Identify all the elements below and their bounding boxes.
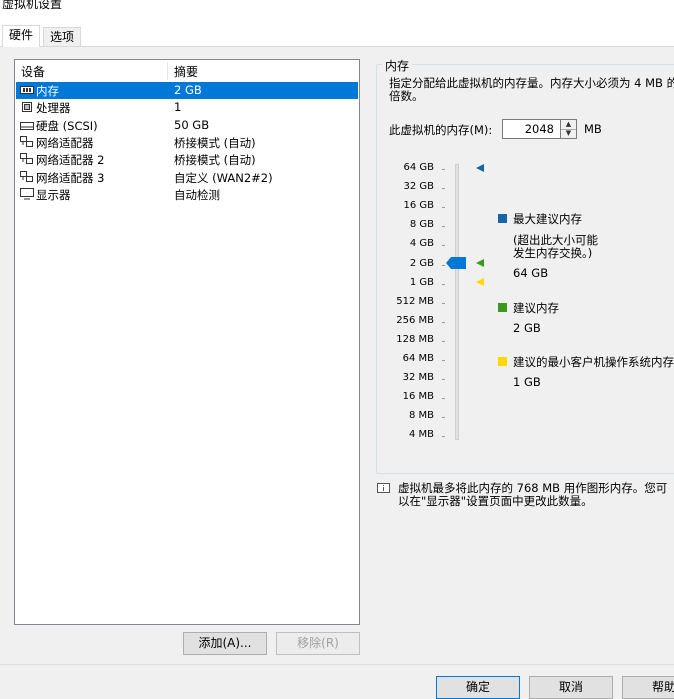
spin-down-icon[interactable]: ▼ xyxy=(561,129,576,138)
device-summary: 桥接模式 (自动) xyxy=(174,135,256,150)
device-name: 网络适配器 xyxy=(36,135,94,150)
memory-scale-label: 512 MB xyxy=(396,295,434,307)
max-memory-legend-icon xyxy=(498,214,507,223)
cancel-button[interactable]: 取消 xyxy=(529,676,613,699)
device-row[interactable]: 硬盘 (SCSI) 50 GB xyxy=(16,117,358,134)
recommended-memory-legend-value: 2 GB xyxy=(513,321,541,335)
device-name: 显示器 xyxy=(36,187,71,202)
memory-scale-label: 64 MB xyxy=(402,353,434,364)
memory-scale-tick xyxy=(442,379,445,381)
memory-scale-tick xyxy=(442,188,445,190)
min-memory-legend-icon xyxy=(498,357,507,366)
memory-scale-tick xyxy=(442,340,445,342)
max-memory-legend-value: 64 GB xyxy=(513,266,549,280)
memory-scale-label: 32 MB xyxy=(402,372,434,384)
memory-scale-tick xyxy=(442,207,445,209)
window-title: 虚拟机设置 xyxy=(2,0,63,11)
device-name: 处理器 xyxy=(36,101,71,116)
min-memory-legend-value: 1 GB xyxy=(513,375,541,389)
memory-scale-label: 16 MB xyxy=(402,391,434,403)
network-adapter-icon xyxy=(20,153,34,165)
memory-scale-tick xyxy=(442,321,445,323)
memory-scale-tick xyxy=(442,283,445,285)
tab-options[interactable]: 选项 xyxy=(43,27,82,46)
device-summary: 桥接模式 (自动) xyxy=(174,153,256,168)
device-summary: 自动检测 xyxy=(174,187,220,202)
cpu-icon xyxy=(20,101,34,113)
device-name: 网络适配器 2 xyxy=(36,153,105,168)
column-header-device[interactable]: 设备 xyxy=(21,63,45,80)
memory-scale-tick xyxy=(442,169,445,170)
device-name: 内存 xyxy=(36,84,59,98)
memory-scale-label: 8 MB xyxy=(408,410,434,422)
ok-button[interactable]: 确定 xyxy=(436,676,520,699)
memory-unit: MB xyxy=(584,122,602,136)
memory-scale-label: 64 GB xyxy=(403,162,434,173)
graphics-memory-note: 虚拟机最多将此内存的 768 MB 用作图形内存。您可以在"显示器"设置页面中更… xyxy=(398,481,668,508)
memory-scale-label: 1 GB xyxy=(409,276,434,288)
memory-slider-track[interactable] xyxy=(455,164,459,440)
memory-scale-tick xyxy=(442,245,445,247)
memory-scale-tick xyxy=(442,398,445,400)
column-divider[interactable] xyxy=(167,62,168,80)
memory-description: 指定分配给此虚拟机的内存量。内存大小必须为 4 MB 的倍数。 xyxy=(389,76,674,103)
help-button[interactable]: 帮助 xyxy=(622,676,674,699)
device-name: 硬盘 (SCSI) xyxy=(36,118,98,133)
add-button[interactable]: 添加(A)... xyxy=(183,632,267,655)
device-row[interactable]: 处理器 1 xyxy=(16,99,358,116)
memory-scale-label: 256 MB xyxy=(396,314,434,326)
memory-scale-tick xyxy=(442,360,445,361)
disk-icon xyxy=(20,119,34,131)
device-summary: 50 GB xyxy=(174,117,210,132)
device-summary: 1 xyxy=(174,100,182,115)
memory-field-label: 此虚拟机的内存(M): xyxy=(389,123,493,137)
device-row[interactable]: 网络适配器 桥接模式 (自动) xyxy=(16,134,358,151)
min-memory-marker-icon xyxy=(476,278,484,286)
memory-scale-label: 16 GB xyxy=(403,200,434,212)
network-adapter-icon xyxy=(20,135,34,148)
network-adapter-icon xyxy=(20,170,34,183)
memory-scale-label: 32 GB xyxy=(403,181,434,193)
device-row[interactable]: 内存 2 GB xyxy=(16,82,358,99)
min-memory-legend-title: 建议的最小客户机操作系统内存 xyxy=(513,355,674,369)
memory-scale-label: 8 GB xyxy=(409,219,434,231)
remove-button[interactable]: 移除(R) xyxy=(276,632,360,655)
recommended-memory-legend-title: 建议内存 xyxy=(513,301,559,315)
column-header-summary[interactable]: 摘要 xyxy=(174,63,198,80)
memory-scale-label: 2 GB xyxy=(409,257,434,269)
memory-scale-tick xyxy=(442,436,445,438)
memory-scale-label: 128 MB xyxy=(396,333,434,345)
memory-spinner[interactable]: ▲ ▼ xyxy=(561,119,577,139)
memory-input[interactable]: 2048 xyxy=(502,119,561,139)
device-row[interactable]: 网络适配器 2 桥接模式 (自动) xyxy=(16,151,358,168)
title-bar xyxy=(0,0,674,18)
max-memory-marker-icon xyxy=(476,164,484,172)
display-icon xyxy=(20,187,34,200)
tab-strip xyxy=(0,18,674,47)
device-row[interactable]: 网络适配器 3 自定义 (WAN2#2) xyxy=(16,169,358,186)
recommended-memory-marker-icon xyxy=(476,259,484,267)
memory-slider-thumb[interactable] xyxy=(445,256,467,270)
memory-scale-tick xyxy=(442,417,445,419)
device-row[interactable]: 显示器 自动检测 xyxy=(16,186,358,203)
memory-scale-label: 4 MB xyxy=(408,429,434,441)
info-icon xyxy=(377,483,390,493)
recommended-memory-legend-icon xyxy=(498,303,507,312)
max-memory-legend-note: (超出此大小可能 发生内存交换。) xyxy=(513,233,598,260)
device-summary: 自定义 (WAN2#2) xyxy=(174,170,273,185)
device-name: 网络适配器 3 xyxy=(36,170,105,185)
memory-scale-tick xyxy=(442,226,445,228)
device-summary: 2 GB xyxy=(174,83,202,97)
memory-icon xyxy=(20,84,34,96)
tab-hardware[interactable]: 硬件 xyxy=(2,25,41,47)
memory-scale-label: 4 GB xyxy=(409,238,434,250)
memory-scale-tick xyxy=(442,302,445,304)
memory-group-title: 内存 xyxy=(382,57,413,74)
max-memory-legend-title: 最大建议内存 xyxy=(513,212,582,226)
